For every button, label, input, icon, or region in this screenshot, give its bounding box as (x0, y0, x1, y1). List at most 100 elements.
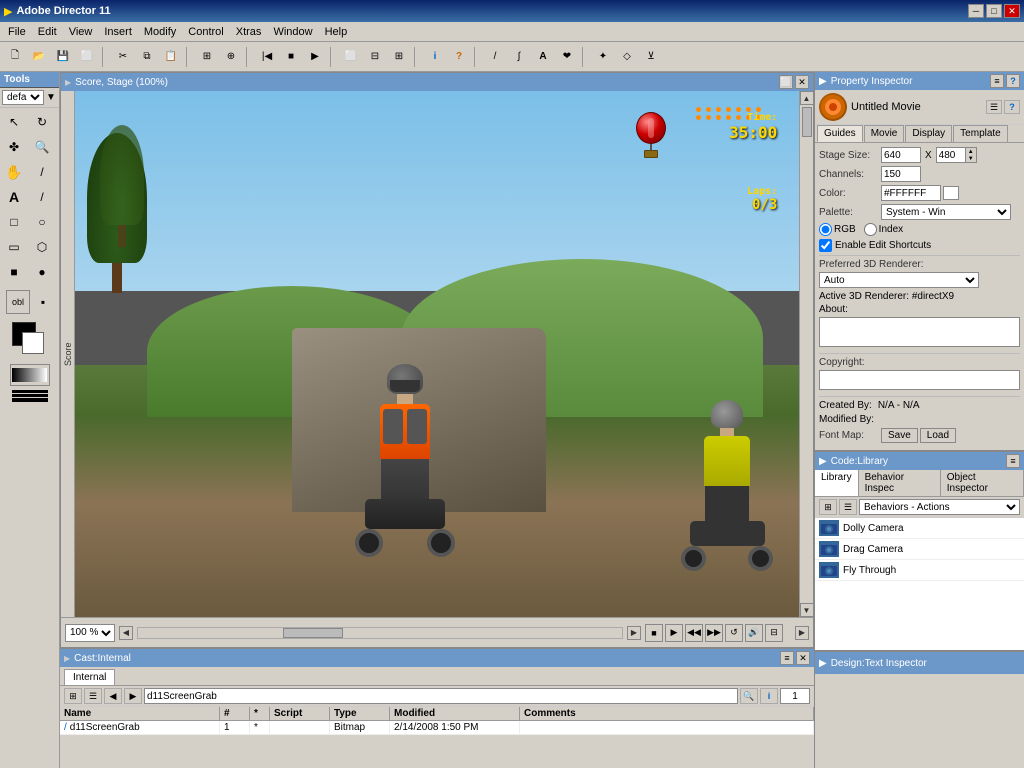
fx-btn1[interactable]: ✦ (592, 46, 614, 68)
rewind-button[interactable]: |◀ (256, 46, 278, 68)
select-tool[interactable]: ✤ (2, 135, 26, 159)
scroll-thumb-v[interactable] (802, 107, 812, 137)
zoom-select[interactable]: 100 % (65, 624, 115, 642)
scroll-up-button[interactable]: ▲ (800, 91, 814, 105)
tools-preset-select[interactable]: default (2, 90, 44, 105)
open-button[interactable]: 📂 (28, 46, 50, 68)
code-item-2[interactable]: Fly Through (815, 560, 1024, 581)
pi-tab-guides[interactable]: Guides (817, 125, 863, 142)
fill-ellipse-tool[interactable]: ● (30, 260, 54, 284)
menu-modify[interactable]: Modify (138, 25, 182, 39)
pi-rgb-input[interactable] (819, 223, 832, 236)
fx-btn3[interactable]: ⊻ (640, 46, 662, 68)
pi-collapse-icon[interactable]: ▶ (819, 76, 827, 87)
zoom-tool[interactable]: 🔍 (30, 135, 54, 159)
pi-channels-input[interactable] (881, 166, 921, 182)
code-tab-object[interactable]: Object Inspector (941, 470, 1024, 496)
tool-square[interactable]: ▪ (31, 290, 55, 314)
pi-tab-template[interactable]: Template (953, 125, 1008, 142)
hand-tool[interactable]: ✋ (2, 160, 26, 184)
stop-playback[interactable]: ■ (645, 624, 663, 642)
cast-info-icon[interactable]: i (760, 688, 778, 704)
poly-tool[interactable]: ⬡ (30, 235, 54, 259)
scroll-left-arrow[interactable]: ◀ (119, 626, 133, 640)
tb-grid[interactable]: ⊞ (196, 46, 218, 68)
curve-btn[interactable]: ∫ (508, 46, 530, 68)
tool-btn[interactable]: ⊞ (388, 46, 410, 68)
minimize-button[interactable]: ─ (968, 4, 984, 18)
cast-options-button[interactable]: ≡ (780, 651, 794, 665)
cast-search-input[interactable] (144, 688, 738, 704)
pi-options-button[interactable]: ≡ (990, 74, 1004, 88)
fx-btn2[interactable]: ◇ (616, 46, 638, 68)
play-button[interactable]: ▶ (304, 46, 326, 68)
gradient-tool[interactable] (10, 364, 50, 386)
stage-collapse-icon[interactable]: ▶ (65, 78, 71, 87)
line-2px[interactable] (12, 394, 48, 397)
cast-next[interactable]: ▶ (124, 688, 142, 704)
cast-search-icon[interactable]: 🔍 (740, 688, 758, 704)
pi-about-textarea[interactable] (819, 317, 1020, 347)
design-collapse-icon[interactable]: ▶ (819, 658, 827, 669)
pi-save-button[interactable]: Save (881, 428, 918, 443)
pen-btn[interactable]: / (484, 46, 506, 68)
pi-help-button[interactable]: ? (1006, 74, 1020, 88)
eyedropper-tool[interactable]: / (30, 160, 54, 184)
maximize-button[interactable]: □ (986, 4, 1002, 18)
stop-button[interactable]: ■ (280, 46, 302, 68)
code-list-icon[interactable]: ☰ (839, 499, 857, 515)
line-tool[interactable]: / (30, 185, 54, 209)
pi-edit-shortcuts-checkbox[interactable] (819, 239, 832, 252)
text-btn[interactable]: A (532, 46, 554, 68)
menu-control[interactable]: Control (182, 25, 229, 39)
code-grid-icon[interactable]: ⊞ (819, 499, 837, 515)
pi-tab-movie[interactable]: Movie (864, 125, 905, 142)
cast-close-button[interactable]: ✕ (796, 651, 810, 665)
info-btn[interactable]: i (424, 46, 446, 68)
help-btn[interactable]: ? (448, 46, 470, 68)
right-expand[interactable]: ▶ (795, 626, 809, 640)
stage-close-button[interactable]: ✕ (795, 75, 809, 89)
pi-stage-width[interactable] (881, 147, 921, 163)
audio-options[interactable]: ⊟ (765, 624, 783, 642)
volume-button[interactable]: 🔊 (745, 624, 763, 642)
code-options-button[interactable]: ≡ (1006, 454, 1020, 468)
line-1px[interactable] (12, 390, 48, 393)
cast-prev[interactable]: ◀ (104, 688, 122, 704)
copy-button[interactable]: ⧉ (136, 46, 158, 68)
loop-button[interactable]: ↺ (725, 624, 743, 642)
height-spinner[interactable]: ▲ ▼ (965, 147, 977, 163)
stage-restore-button[interactable]: ⬜ (779, 75, 793, 89)
arrow-tool[interactable]: ↖ (2, 110, 26, 134)
code-item-1[interactable]: Drag Camera (815, 539, 1024, 560)
pi-palette-select[interactable]: System - Win (881, 204, 1011, 220)
background-color[interactable] (22, 332, 44, 354)
step-forward[interactable]: ▶▶ (705, 624, 723, 642)
code-item-0[interactable]: Dolly Camera (815, 518, 1024, 539)
pi-color-input[interactable] (881, 185, 941, 201)
code-tab-behavior[interactable]: Behavior Inspec (859, 470, 941, 496)
tb-btn4[interactable]: ⬜ (76, 46, 98, 68)
rotate-tool[interactable]: ↻ (30, 110, 54, 134)
cast-page-input[interactable] (780, 688, 810, 704)
play-playback[interactable]: ▶ (665, 624, 683, 642)
scroll-right-arrow[interactable]: ▶ (627, 626, 641, 640)
save-button[interactable]: 💾 (52, 46, 74, 68)
menu-window[interactable]: Window (267, 25, 318, 39)
step-back[interactable]: ◀◀ (685, 624, 703, 642)
rect-tool[interactable]: □ (2, 210, 26, 234)
pi-list-icon[interactable]: ☰ (986, 100, 1002, 114)
pi-index-input[interactable] (864, 223, 877, 236)
ellipse-tool[interactable]: ○ (30, 210, 54, 234)
menu-edit[interactable]: Edit (32, 25, 63, 39)
menu-file[interactable]: File (2, 25, 32, 39)
cast-collapse-icon[interactable]: ▶ (64, 654, 70, 663)
menu-insert[interactable]: Insert (98, 25, 138, 39)
cast-grid-view[interactable]: ⊞ (64, 688, 82, 704)
fill-rect-tool[interactable]: ■ (2, 260, 26, 284)
code-collapse-icon[interactable]: ▶ (819, 456, 827, 467)
pi-copyright-textarea[interactable] (819, 370, 1020, 390)
cast-row-0[interactable]: / d11ScreenGrab 1 * Bitmap 2/14/2008 1:5… (60, 721, 814, 735)
heart-btn[interactable]: ❤ (556, 46, 578, 68)
scroll-down-button[interactable]: ▼ (800, 603, 814, 617)
